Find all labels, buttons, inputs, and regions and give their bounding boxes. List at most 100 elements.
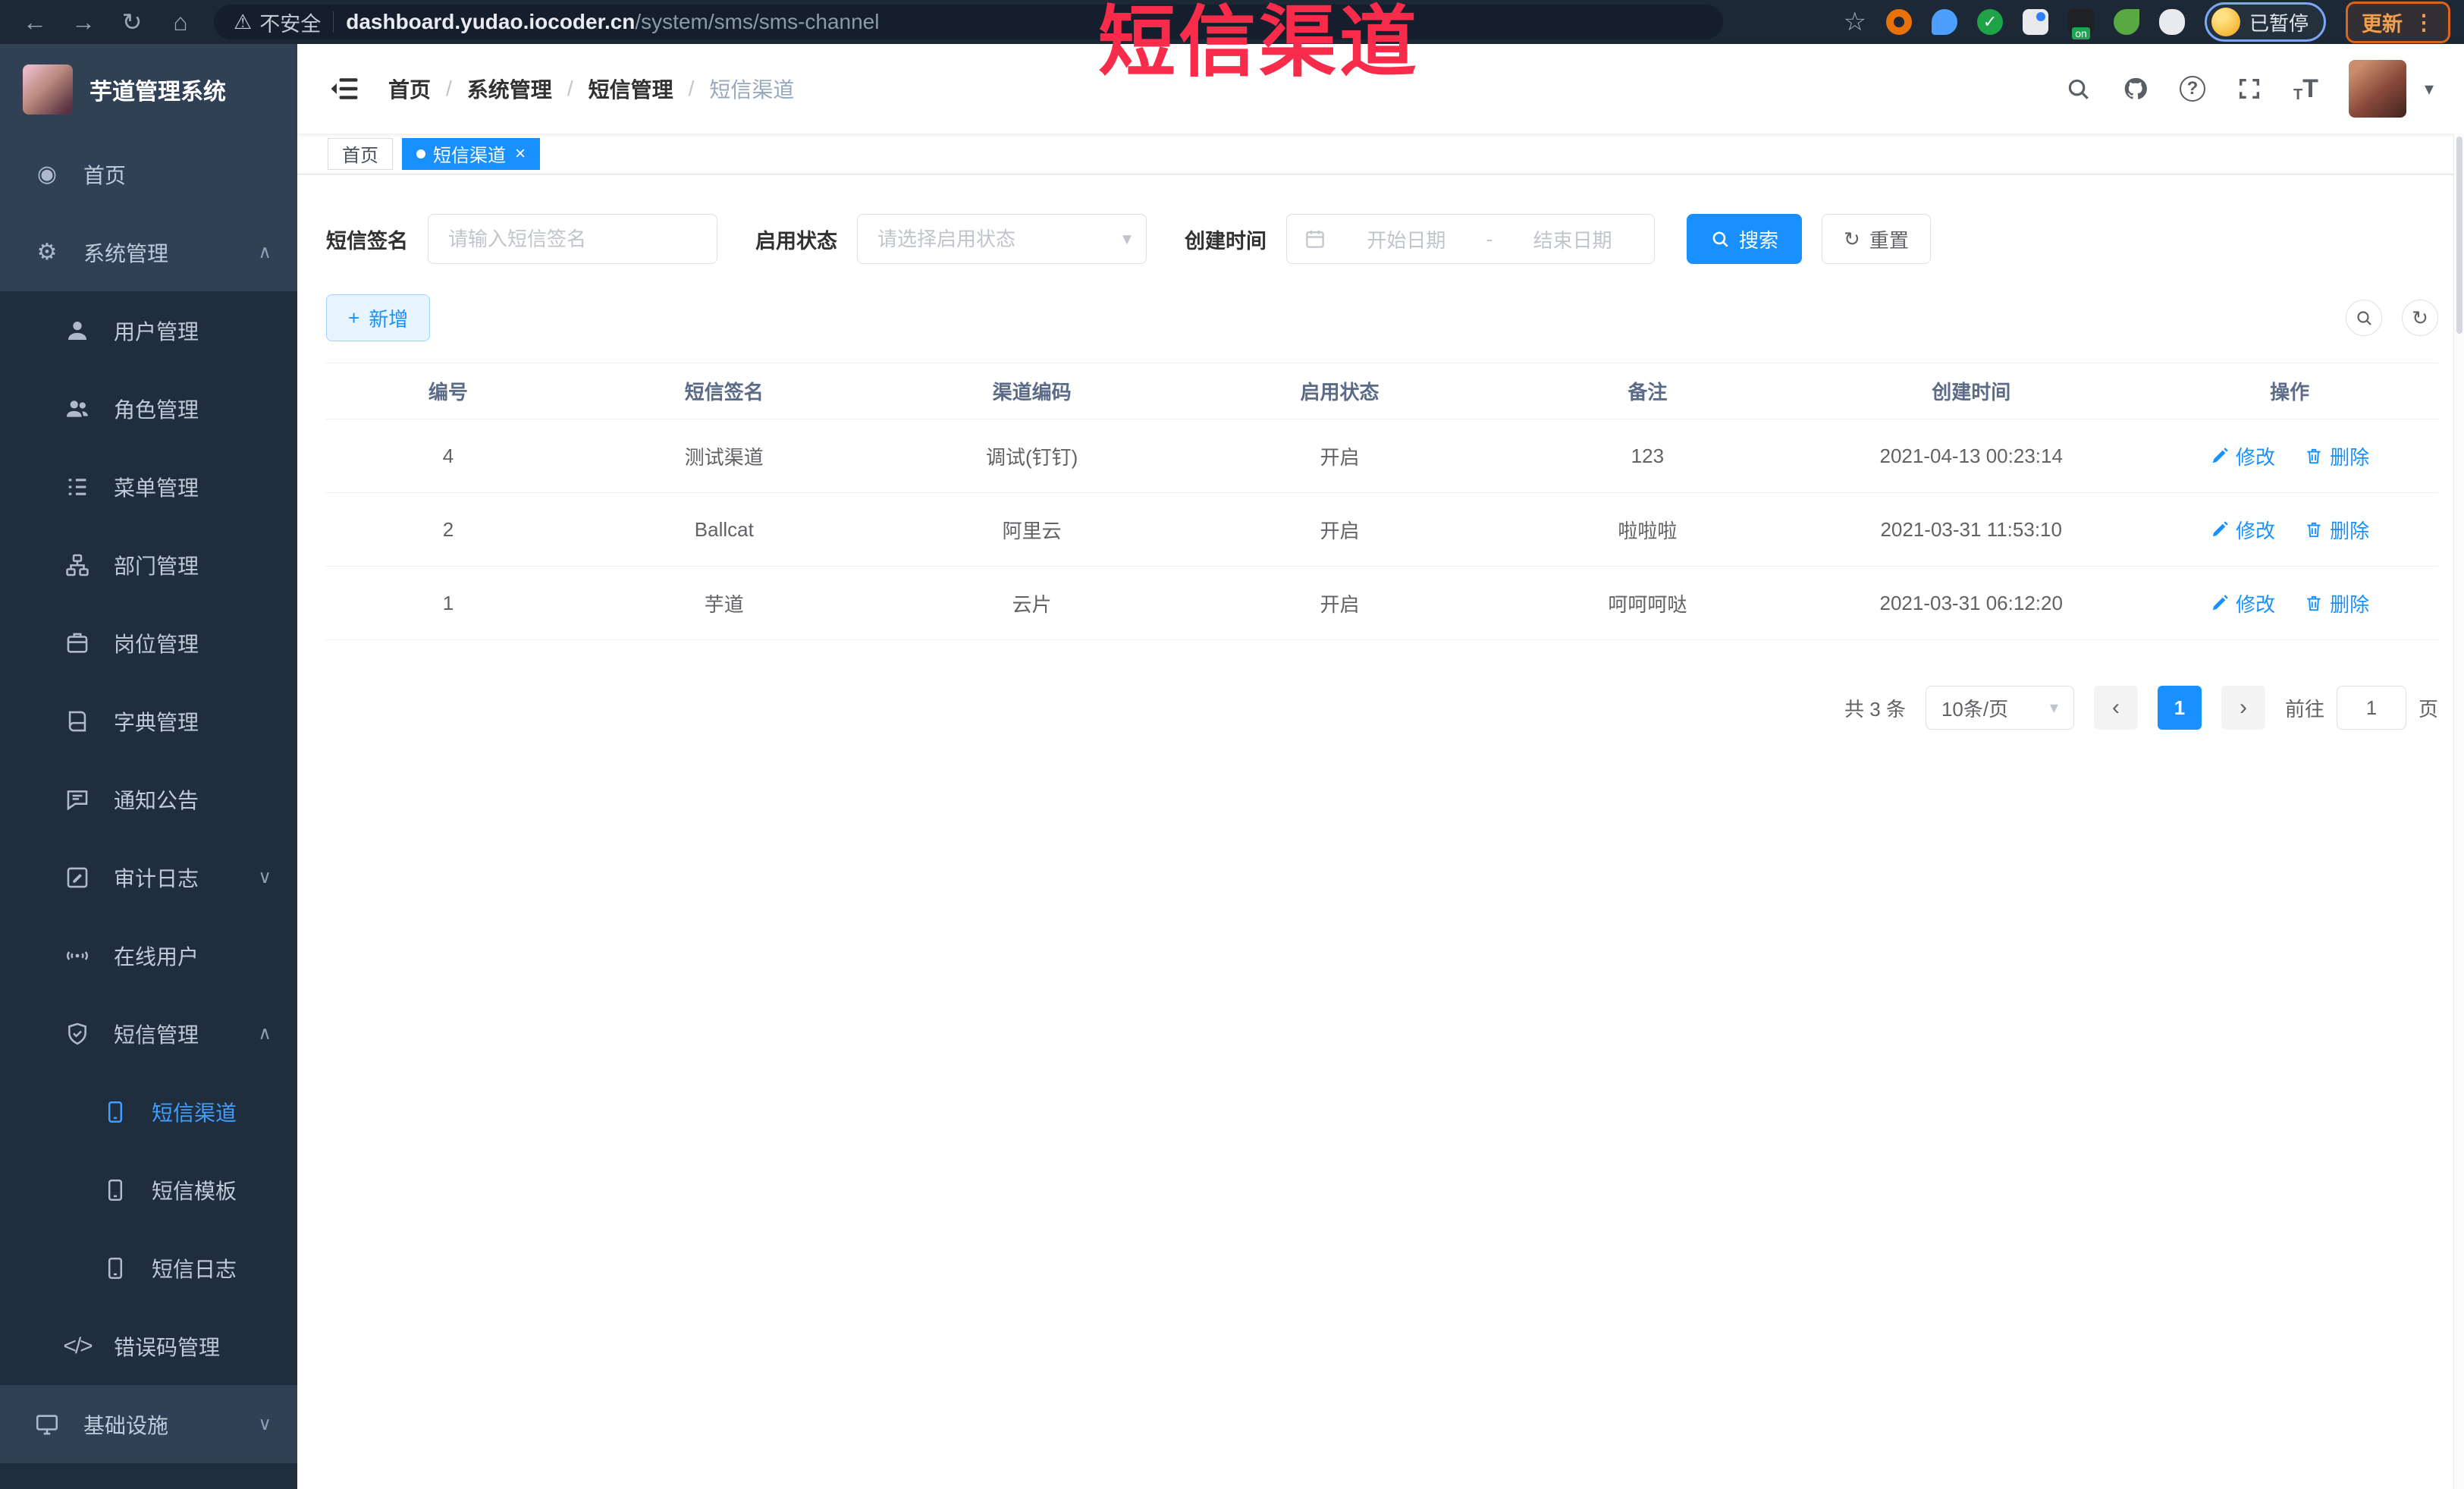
forward-icon[interactable]: → xyxy=(62,8,105,36)
sidebar-item-dict[interactable]: 字典管理 xyxy=(0,682,297,760)
bookmark-star-icon[interactable]: ☆ xyxy=(1844,7,1866,37)
github-icon[interactable] xyxy=(2122,75,2149,102)
header-id: 编号 xyxy=(428,381,468,404)
sidebar-item-notice[interactable]: 通知公告 xyxy=(0,760,297,838)
search-icon[interactable] xyxy=(2064,75,2092,102)
sidebar-item-auditlog[interactable]: 审计日志 ∨ xyxy=(0,838,297,916)
date-range-picker[interactable]: 开始日期 - 结束日期 xyxy=(1286,214,1655,264)
sidebar-item-label: 部门管理 xyxy=(114,554,199,578)
logo-row[interactable]: 芋道管理系统 xyxy=(0,44,297,135)
goto-page: 前往 页 xyxy=(2285,686,2438,730)
close-icon[interactable]: × xyxy=(515,143,526,165)
show-search-button[interactable] xyxy=(2346,300,2382,336)
hamburger-icon[interactable] xyxy=(328,72,361,105)
security-status[interactable]: ⚠ 不安全 xyxy=(234,8,321,37)
scrollbar[interactable] xyxy=(2453,134,2464,1489)
shield-icon xyxy=(62,1021,93,1047)
breadcrumb-system[interactable]: 系统管理 xyxy=(467,74,552,104)
sidebar-item-sms-template[interactable]: 短信模板 xyxy=(0,1151,297,1229)
tab-sms-channel[interactable]: 短信渠道 × xyxy=(402,137,541,170)
breadcrumb-home[interactable]: 首页 xyxy=(388,74,431,104)
dictionary-icon xyxy=(62,708,93,734)
breadcrumb-sms[interactable]: 短信管理 xyxy=(589,74,673,104)
avatar-caret-icon[interactable]: ▾ xyxy=(2425,78,2434,100)
status-select[interactable]: ▾ xyxy=(857,214,1147,264)
refresh-button[interactable]: ↻ xyxy=(2402,300,2438,336)
address-bar[interactable]: ⚠ 不安全 dashboard.yudao.iocoder.cn/system/… xyxy=(214,5,1723,39)
extension-orange-icon[interactable] xyxy=(1885,9,1912,35)
sidebar-item-label: 字典管理 xyxy=(114,710,199,734)
main-area: 首页 / 系统管理 / 短信管理 / 短信渠道 ? TT ▾ 首页 短信渠道 ×… xyxy=(297,44,2464,1489)
cell-actions: 修改 删除 xyxy=(2141,442,2438,470)
sidebar-item-label: 通知公告 xyxy=(114,788,199,812)
browser-update-button[interactable]: 更新 ⋮ xyxy=(2346,1,2450,43)
pencil-icon xyxy=(2212,521,2228,537)
browser-menu-icon[interactable]: ⋮ xyxy=(2413,10,2434,35)
sidebar: 芋道管理系统 ◉ 首页 ⚙ 系统管理 ∧ 用户管理 角色管理 菜单管理 部门管理… xyxy=(0,44,297,1489)
scrollbar-thumb[interactable] xyxy=(2456,137,2462,334)
sidebar-item-sms[interactable]: 短信管理 ∧ xyxy=(0,994,297,1073)
sidebar-item-home[interactable]: ◉ 首页 xyxy=(0,135,297,213)
pagination: 共 3 条 10条/页 ▾ ‹ 1 › 前往 页 xyxy=(326,686,2438,730)
refresh-icon: ↻ xyxy=(1844,227,1860,250)
tab-home[interactable]: 首页 xyxy=(328,137,393,170)
page-number-1[interactable]: 1 xyxy=(2157,686,2202,730)
home-icon[interactable]: ⌂ xyxy=(159,8,202,36)
extension-leaf-icon[interactable] xyxy=(2113,9,2139,35)
extension-adblock-icon[interactable]: on xyxy=(2067,9,2094,39)
extension-profile-icon[interactable] xyxy=(2158,9,2185,35)
search-button[interactable]: 搜索 xyxy=(1687,214,1803,264)
sidebar-item-sms-log[interactable]: 短信日志 xyxy=(0,1229,297,1307)
sidebar-item-users[interactable]: 用户管理 xyxy=(0,291,297,369)
sidebar-item-roles[interactable]: 角色管理 xyxy=(0,369,297,448)
extension-pin-icon[interactable] xyxy=(1931,9,1957,35)
breadcrumb-separator: / xyxy=(688,77,695,100)
fullscreen-icon[interactable] xyxy=(2236,75,2263,102)
url-text[interactable]: dashboard.yudao.iocoder.cn/system/sms/sm… xyxy=(346,10,879,34)
sidebar-item-sms-channel[interactable]: 短信渠道 xyxy=(0,1073,297,1151)
sidebar-item-label: 用户管理 xyxy=(114,319,199,344)
edit-link[interactable]: 修改 xyxy=(2210,589,2275,617)
goto-page-input[interactable] xyxy=(2336,686,2406,730)
edit-link[interactable]: 修改 xyxy=(2210,442,2275,470)
sidebar-item-system[interactable]: ⚙ 系统管理 ∧ xyxy=(0,213,297,291)
cell-remark: 呵呵呵哒 xyxy=(1608,592,1687,616)
sign-input[interactable] xyxy=(428,214,717,264)
sidebar-bottom-section: 基础设施 ∨ xyxy=(0,1385,297,1463)
sidebar-filler xyxy=(0,1463,297,1489)
extension-tabs-icon[interactable] xyxy=(2022,9,2048,35)
end-date-placeholder[interactable]: 结束日期 xyxy=(1508,225,1637,253)
extension-check-icon[interactable]: ✓ xyxy=(1976,9,2003,35)
page-content: 短信签名 启用状态 ▾ 创建时间 开始日期 - 结束日期 xyxy=(297,174,2464,1489)
table-row: 1 芋道 云片 开启 呵呵呵哒 2021-03-31 06:12:20 修改 删… xyxy=(326,567,2438,640)
paused-badge[interactable]: 已暂停 xyxy=(2204,2,2326,42)
next-page-button[interactable]: › xyxy=(2221,686,2265,730)
delete-link[interactable]: 删除 xyxy=(2304,442,2369,470)
delete-link[interactable]: 删除 xyxy=(2304,589,2369,617)
avatar[interactable] xyxy=(2348,60,2406,118)
reset-button[interactable]: ↻ 重置 xyxy=(1822,214,1931,264)
cell-status: 开启 xyxy=(1320,445,1360,469)
page-size-select[interactable]: 10条/页 ▾ xyxy=(1925,686,2074,730)
cell-id: 4 xyxy=(442,444,454,467)
tags-view-bar: 首页 短信渠道 × xyxy=(297,134,2464,174)
delete-link[interactable]: 删除 xyxy=(2304,516,2369,544)
prev-page-button[interactable]: ‹ xyxy=(2093,686,2138,730)
add-button[interactable]: + 新增 xyxy=(326,294,431,341)
sidebar-item-menus[interactable]: 菜单管理 xyxy=(0,448,297,526)
header-actions: ? TT ▾ xyxy=(2064,60,2434,118)
date-separator: - xyxy=(1486,227,1493,250)
back-icon[interactable]: ← xyxy=(14,8,56,36)
sidebar-item-errorcode[interactable]: </> 错误码管理 xyxy=(0,1307,297,1385)
sidebar-item-posts[interactable]: 岗位管理 xyxy=(0,604,297,682)
edit-link[interactable]: 修改 xyxy=(2210,516,2275,544)
help-icon[interactable]: ? xyxy=(2179,76,2205,102)
status-select-input[interactable] xyxy=(857,214,1147,264)
sidebar-item-depts[interactable]: 部门管理 xyxy=(0,526,297,604)
reload-icon[interactable]: ↻ xyxy=(111,8,153,36)
sidebar-item-online-users[interactable]: 在线用户 xyxy=(0,916,297,994)
sidebar-item-infra[interactable]: 基础设施 ∨ xyxy=(0,1385,297,1463)
app-header: 首页 / 系统管理 / 短信管理 / 短信渠道 ? TT ▾ xyxy=(297,44,2464,134)
font-size-icon[interactable]: TT xyxy=(2293,74,2318,104)
start-date-placeholder[interactable]: 开始日期 xyxy=(1342,225,1471,253)
